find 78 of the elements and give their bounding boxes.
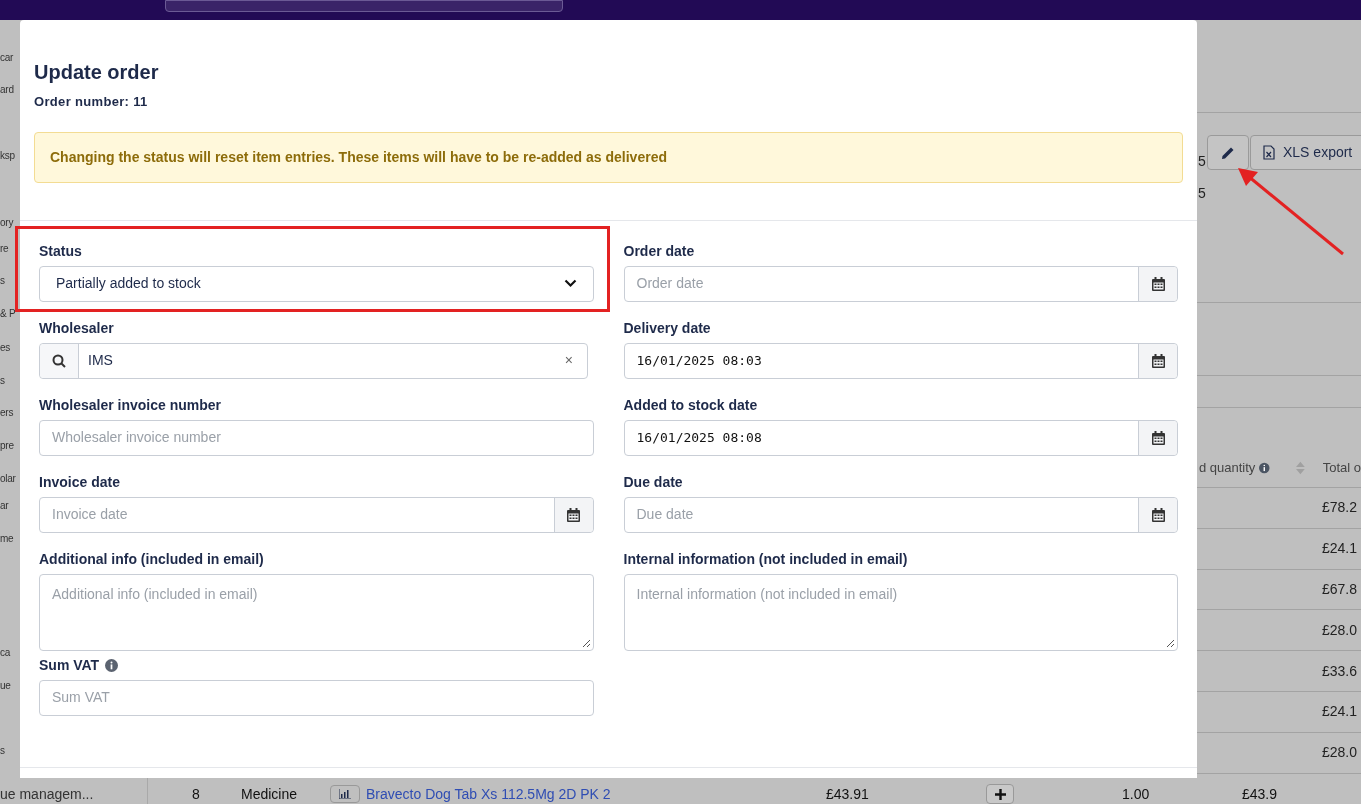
table-cell-text: 8 (192, 784, 201, 804)
sidebar-item[interactable]: ar (0, 500, 9, 512)
edit-button[interactable] (1207, 135, 1249, 170)
resize-handle-icon[interactable] (1166, 638, 1175, 648)
table-cell-text: £28.0 (1322, 620, 1358, 640)
sidebar-item[interactable]: ca (0, 647, 11, 659)
sidebar-item[interactable]: olar (0, 473, 16, 485)
calendar-icon (567, 507, 580, 522)
clear-button[interactable]: × (564, 350, 573, 371)
table-cell-text: Medicine (241, 784, 299, 804)
column-header[interactable]: d quantity (1199, 457, 1256, 478)
product-link[interactable]: Bravecto Dog Tab Xs 112.5Mg 2D PK 2 (366, 783, 826, 804)
sidebar-item[interactable]: s (0, 745, 5, 757)
search-field[interactable] (165, 0, 563, 12)
table-cell-text: £24.1 (1322, 539, 1358, 559)
calendar-button[interactable] (1138, 497, 1177, 532)
calendar-button[interactable] (1138, 266, 1177, 301)
chart-button[interactable] (330, 785, 360, 803)
field-label: Additional info (included in email) (39, 550, 264, 569)
sidebar-item[interactable]: car (0, 52, 14, 64)
sidebar-item[interactable]: s (0, 275, 5, 287)
summary-value: 5 (1198, 152, 1206, 171)
table-cell-text: £33.6 (1322, 661, 1358, 681)
wholesaler-search-field[interactable]: IMS × (39, 342, 588, 379)
bar-chart-icon (339, 789, 351, 799)
field-label: Invoice date (39, 473, 120, 492)
sidebar-item[interactable]: ue (0, 680, 11, 692)
calendar-button[interactable] (1138, 420, 1177, 455)
sidebar-item[interactable]: ers (0, 407, 14, 419)
field-label: Wholesaler invoice number (39, 396, 222, 415)
order-number: Order number: 11 (34, 93, 149, 111)
sidebar-item[interactable]: s (0, 375, 5, 387)
field-label: Sum VAT (39, 656, 100, 675)
resize-handle-icon[interactable] (581, 638, 591, 648)
plus-icon (994, 788, 1006, 800)
field-label: Wholesaler (39, 319, 114, 338)
warning-alert: Changing the status will reset item entries. These items will have to be re-added as delivered (34, 131, 1183, 183)
column-header[interactable]: Total o (1322, 457, 1361, 478)
table-cell-text: £43.91 (826, 784, 870, 804)
pencil-icon (1221, 145, 1235, 160)
field-label: Order date (623, 242, 695, 261)
date-field[interactable]: 16/01/2025 08:03 (623, 342, 1178, 379)
info-icon (1259, 461, 1270, 474)
chevron-down-icon (563, 279, 577, 288)
sidebar-item[interactable]: ory (0, 217, 14, 229)
summary-value: 5 (1198, 184, 1206, 203)
sidebar-item[interactable]: re (0, 243, 9, 255)
sidebar-item[interactable]: & P (0, 308, 16, 320)
calendar-icon (1151, 353, 1165, 368)
sidebar-item[interactable]: pre (0, 440, 14, 452)
calendar-icon (1151, 507, 1165, 522)
field-label: Status (39, 242, 82, 261)
sidebar-item[interactable]: ue managem... (0, 786, 94, 802)
xls-export-button[interactable]: XLS export (1250, 135, 1361, 170)
sidebar-item[interactable]: ksp (0, 150, 15, 162)
calendar-button[interactable] (553, 497, 593, 532)
table-cell-text: £43.9 (1242, 784, 1278, 804)
calendar-icon (1151, 276, 1165, 291)
sidebar-item[interactable]: ard (0, 84, 14, 96)
add-button[interactable] (986, 784, 1014, 804)
field-label: Delivery date (623, 319, 711, 338)
date-field[interactable]: 16/01/2025 08:08 (623, 419, 1178, 456)
table-cell-text: £78.2 (1322, 498, 1358, 518)
field-label: Internal information (not included in email) (623, 550, 908, 569)
dialog-title: Update order (34, 60, 160, 85)
sidebar-item[interactable]: es (0, 342, 11, 354)
field-label: Added to stock date (623, 396, 758, 415)
spreadsheet-file-icon (1263, 145, 1275, 160)
table-cell-text: £28.0 (1322, 743, 1358, 763)
status-dropdown[interactable]: Partially added to stock (39, 265, 594, 302)
sidebar-item[interactable]: me (0, 533, 14, 545)
calendar-icon (1151, 430, 1165, 445)
calendar-button[interactable] (1138, 343, 1177, 378)
table-cell-text: 1.00 (1122, 784, 1151, 804)
field-label: Due date (623, 473, 683, 492)
table-cell-text: £24.1 (1322, 702, 1358, 722)
table-cell-text: £67.8 (1322, 580, 1358, 599)
search-icon (52, 353, 66, 368)
